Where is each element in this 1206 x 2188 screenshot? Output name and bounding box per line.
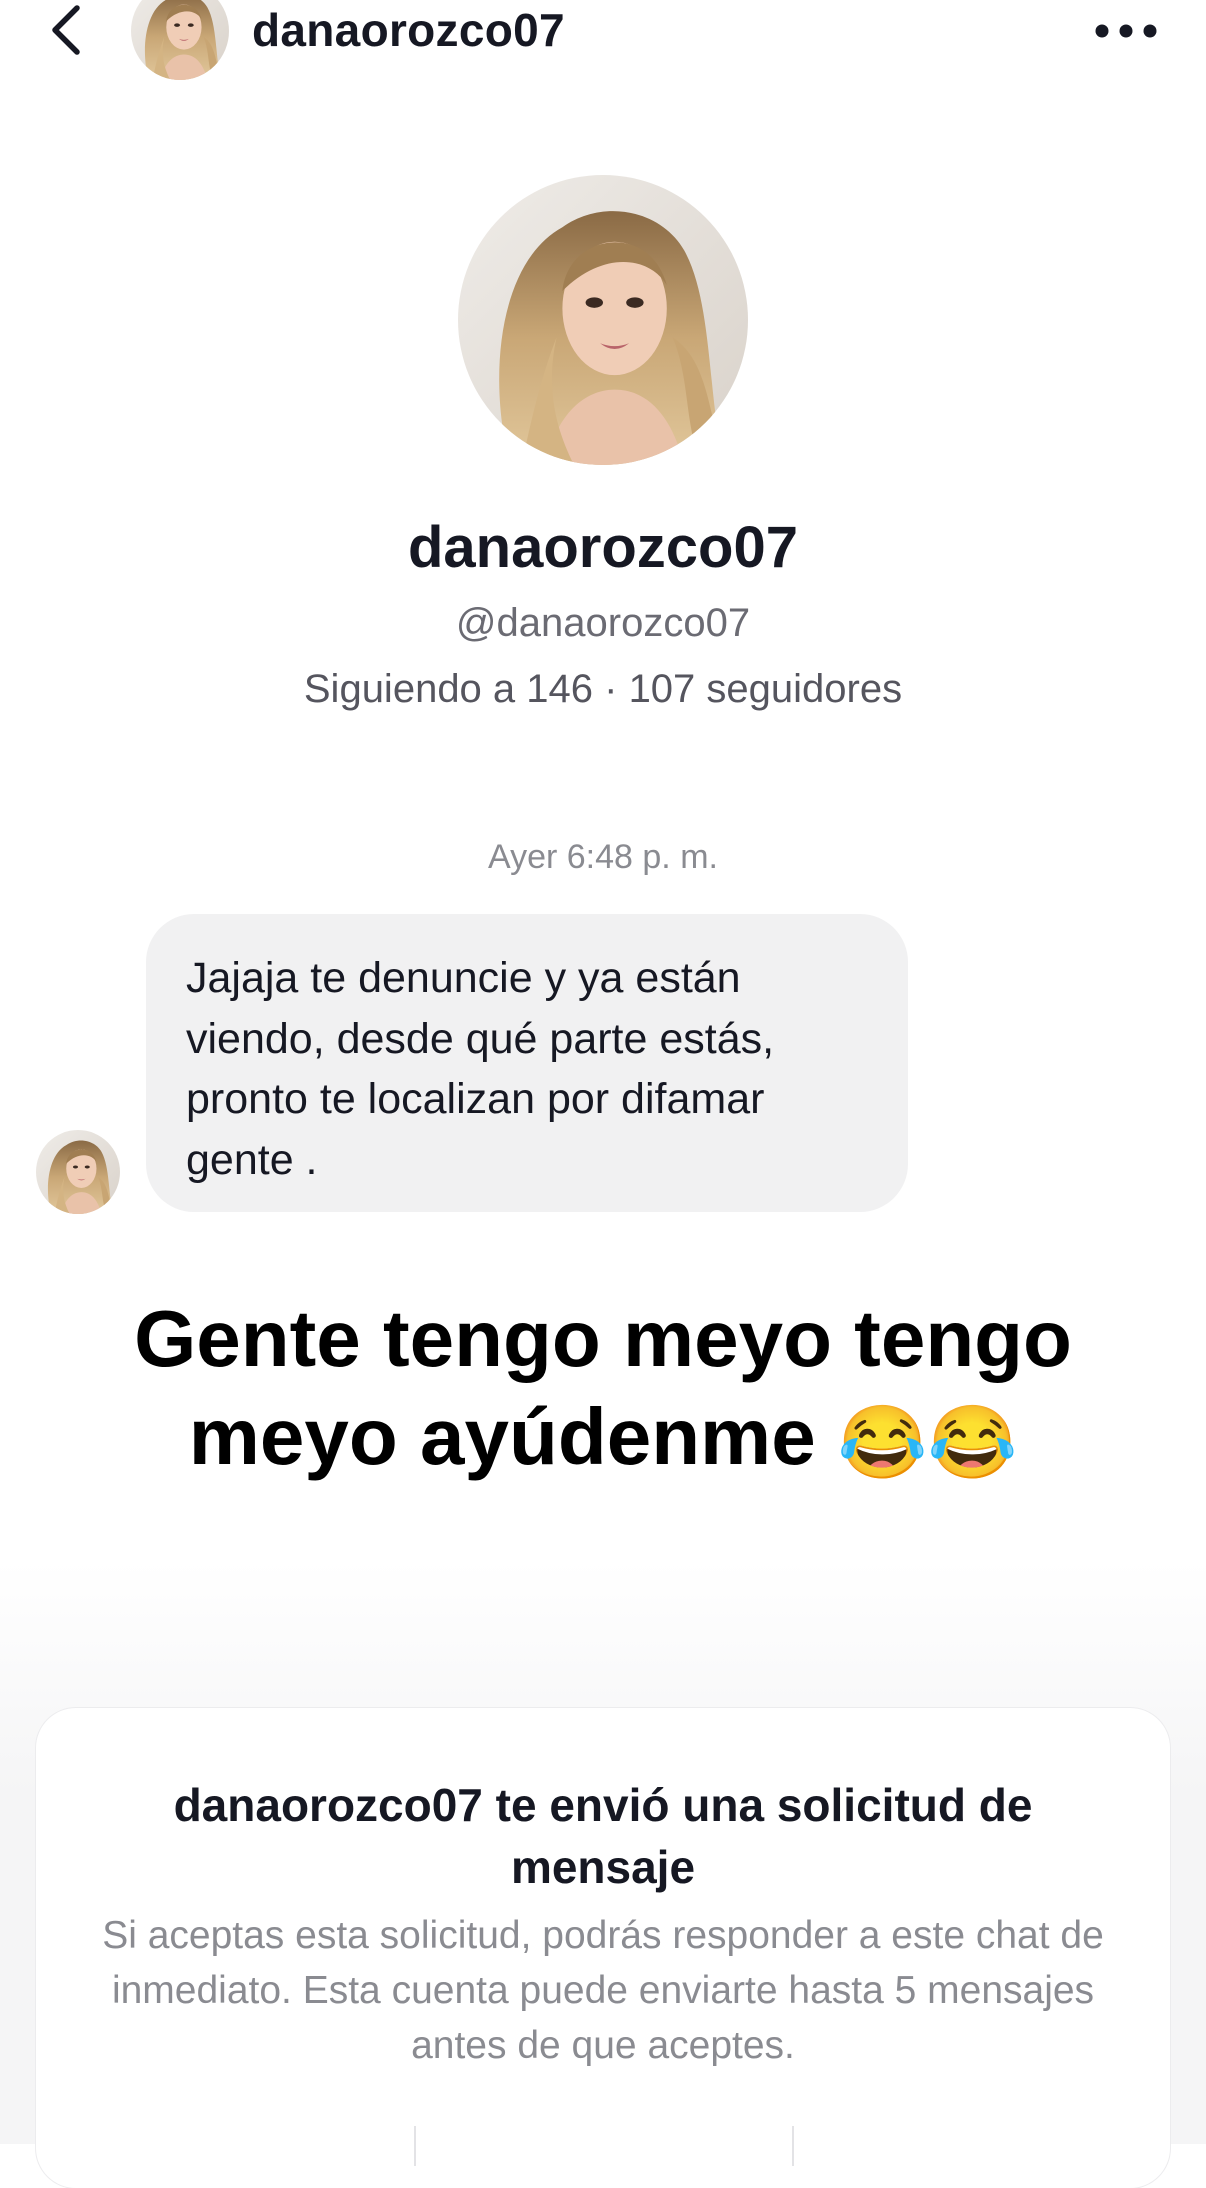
profile-handle: @danaorozco07 — [455, 601, 751, 645]
caption-line-1: Gente tengo meyo tengo — [134, 1294, 1072, 1383]
chat-header: danaorozco07 — [0, 0, 1206, 70]
request-title: danaorozco07 te envió una solicitud de m… — [173, 1779, 1033, 1893]
more-horizontal-icon — [1095, 24, 1157, 38]
caption-line-2: meyo ayúdenme 😂😂 — [60, 1388, 1146, 1492]
overlay-caption: Gente tengo meyo tengo meyo ayúdenme 😂😂 — [60, 1290, 1146, 1492]
caption-line-2-text: meyo ayúdenme — [188, 1392, 816, 1481]
chevron-left-icon — [52, 5, 80, 55]
back-button[interactable] — [36, 0, 96, 60]
message-bubble[interactable]: Jajaja te denuncie y ya están viendo, de… — [146, 914, 908, 1212]
header-username[interactable]: danaorozco07 — [252, 2, 565, 58]
profile-follow-stats: Siguiendo a 146 · 107 seguidores — [303, 667, 903, 711]
action-divider — [414, 2126, 416, 2166]
sender-avatar[interactable] — [36, 1130, 120, 1214]
profile-photo — [458, 175, 748, 465]
laughing-emoji-icon: 😂😂 — [837, 1402, 1018, 1483]
profile-avatar[interactable] — [458, 175, 748, 465]
request-description: Si aceptas esta solicitud, podrás respon… — [102, 1914, 1104, 2067]
message-request-card: danaorozco07 te envió una solicitud de m… — [36, 1708, 1170, 2188]
sender-avatar-image — [36, 1130, 120, 1214]
profile-display-name: danaorozco07 — [408, 515, 798, 580]
avatar-image — [131, 0, 229, 80]
more-options-button[interactable] — [1090, 4, 1162, 58]
message-timestamp: Ayer 6:48 p. m. — [488, 838, 718, 876]
header-avatar[interactable] — [131, 0, 229, 80]
action-divider — [792, 2126, 794, 2166]
